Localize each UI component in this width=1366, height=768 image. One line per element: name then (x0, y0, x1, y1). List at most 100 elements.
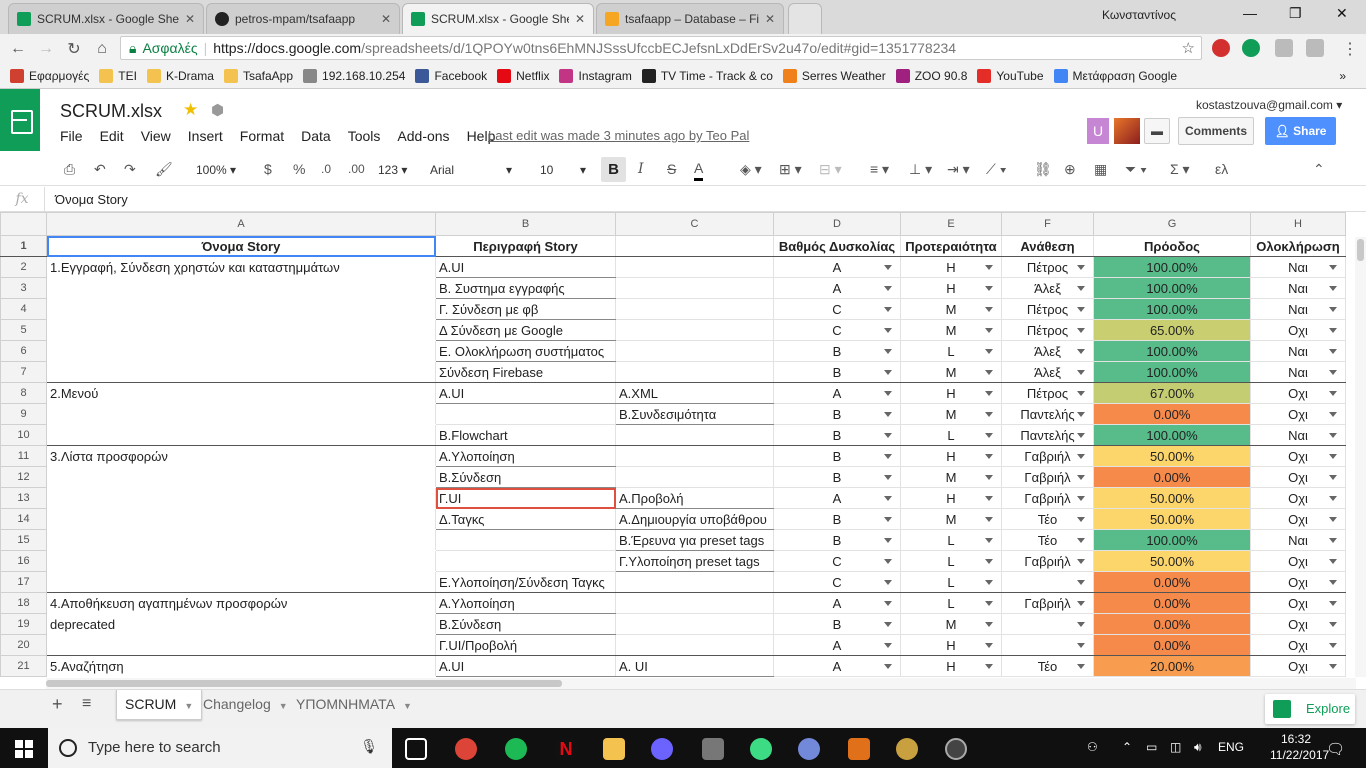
row-header[interactable]: 20 (0, 634, 47, 656)
column-header[interactable]: H (1250, 212, 1346, 236)
cell-story-name[interactable]: 5.Αναζήτηση (46, 655, 436, 677)
collapse-menus-icon[interactable]: ⌃ (1313, 153, 1325, 186)
cell-difficulty-dropdown[interactable]: A (773, 634, 901, 656)
header-cell-difficulty[interactable]: Βαθμός Δυσκολίας (773, 235, 901, 257)
cell-priority-dropdown[interactable]: H (900, 655, 1002, 677)
cell-priority-dropdown[interactable]: M (900, 298, 1002, 320)
cell-subtask[interactable]: A.Προβολή (615, 487, 774, 509)
sheets-logo-icon[interactable] (0, 89, 40, 151)
cell-priority-dropdown[interactable]: M (900, 403, 1002, 425)
cell-completion-dropdown[interactable]: Ναι (1250, 424, 1346, 446)
align-horizontal-icon[interactable]: ≡ ▾ (870, 153, 889, 186)
cell-difficulty-dropdown[interactable]: C (773, 298, 901, 320)
row-header[interactable]: 12 (0, 466, 47, 488)
undo-icon[interactable]: ↶ (94, 153, 106, 186)
bookmark-7[interactable]: Instagram (559, 68, 632, 83)
cell-assignee-dropdown[interactable]: Τέο (1001, 529, 1094, 551)
cell-priority-dropdown[interactable]: L (900, 529, 1002, 551)
column-header[interactable]: G (1093, 212, 1251, 236)
cell-difficulty-dropdown[interactable]: A (773, 277, 901, 299)
new-tab-button[interactable] (788, 3, 822, 34)
cell-progress[interactable]: 100.00% (1093, 256, 1251, 278)
share-button[interactable]: 👤︎ Share (1265, 117, 1336, 145)
sheet-tab-changelog[interactable]: Changelog ▼ (195, 690, 296, 720)
cell-assignee-dropdown[interactable] (1001, 613, 1094, 635)
browser-tab[interactable]: SCRUM.xlsx - Google She ✕ (8, 3, 204, 34)
redo-icon[interactable]: ↷ (124, 153, 136, 186)
cell-story-description[interactable]: Σύνδεση Firebase (435, 361, 616, 383)
taskbar-clock[interactable]: 16:32 11/22/2017 (1270, 731, 1329, 763)
cell-story-description[interactable]: A.Υλοποίηση (435, 592, 616, 614)
cell-assignee-dropdown[interactable]: Πέτρος (1001, 256, 1094, 278)
cell-completion-dropdown[interactable]: Οχι (1250, 319, 1346, 341)
cell-assignee-dropdown[interactable]: Γαβριήλ (1001, 592, 1094, 614)
chevron-down-icon[interactable]: ▼ (403, 701, 412, 711)
cell-story-description[interactable]: B.Σύνδεση (435, 613, 616, 635)
cell-assignee-dropdown[interactable] (1001, 634, 1094, 656)
cell-subtask[interactable] (615, 256, 774, 278)
cell-subtask[interactable] (615, 340, 774, 362)
cell-subtask[interactable] (615, 634, 774, 656)
file-explorer-icon[interactable] (603, 738, 625, 760)
cell-progress[interactable]: 100.00% (1093, 340, 1251, 362)
cell-subtask[interactable] (615, 613, 774, 635)
cell-assignee-dropdown[interactable]: Άλεξ (1001, 361, 1094, 383)
cell-priority-dropdown[interactable]: M (900, 508, 1002, 530)
cell-completion-dropdown[interactable]: Οχι (1250, 613, 1346, 635)
row-header[interactable]: 8 (0, 382, 47, 404)
all-sheets-icon[interactable]: ≡ (74, 690, 99, 720)
cell-story-description[interactable]: Δ.Ταγκς (435, 508, 616, 530)
cell-priority-dropdown[interactable]: M (900, 613, 1002, 635)
pdf-extension-icon[interactable] (1306, 39, 1324, 57)
row-header[interactable]: 13 (0, 487, 47, 509)
column-header[interactable]: B (435, 212, 616, 236)
header-cell-story-name[interactable]: Όνομα Story (46, 235, 436, 257)
chrome-menu-icon[interactable]: ⋮ (1336, 39, 1364, 59)
cell-difficulty-dropdown[interactable]: B (773, 508, 901, 530)
decrease-decimal-button[interactable]: .0 (321, 153, 331, 186)
forward-icon[interactable]: → (32, 40, 60, 58)
chevron-down-icon[interactable]: ▼ (279, 701, 288, 711)
functions-icon[interactable]: Σ ▾ (1170, 153, 1190, 186)
cell-completion-dropdown[interactable]: Οχι (1250, 571, 1346, 593)
bookmark-11[interactable]: YouTube (977, 68, 1044, 83)
header-cell-progress[interactable]: Πρόοδος (1093, 235, 1251, 257)
cell-assignee-dropdown[interactable]: Άλεξ (1001, 277, 1094, 299)
print-icon[interactable]: ⎙ (64, 153, 75, 186)
row-header[interactable]: 6 (0, 340, 47, 362)
row-header[interactable]: 10 (0, 424, 47, 446)
menu-view[interactable]: View (141, 128, 171, 144)
league-of-legends-icon[interactable] (896, 738, 918, 760)
cell-assignee-dropdown[interactable]: Γαβριήλ (1001, 466, 1094, 488)
cell-completion-dropdown[interactable]: Οχι (1250, 403, 1346, 425)
microphone-icon[interactable]: 🎙︎ (360, 738, 378, 755)
cell-completion-dropdown[interactable]: Οχι (1250, 445, 1346, 467)
cell-progress[interactable]: 50.00% (1093, 445, 1251, 467)
paint-format-icon[interactable]: 🖌︎ (155, 153, 173, 186)
url-input[interactable]: 🔒︎ Ασφαλές | https://docs.google.com/spr… (120, 36, 1202, 60)
taskbar-search-input[interactable]: Type here to search 🎙︎ (48, 728, 392, 768)
row-header[interactable]: 15 (0, 529, 47, 551)
cell-difficulty-dropdown[interactable]: C (773, 571, 901, 593)
cell-subtask[interactable] (615, 592, 774, 614)
reload-icon[interactable]: ↻ (60, 39, 88, 59)
cell-difficulty-dropdown[interactable]: A (773, 256, 901, 278)
font-size-select[interactable]: 10 ▾ (540, 160, 586, 180)
bookmark-2[interactable]: K-Drama (146, 68, 214, 83)
bookmark-star-icon[interactable]: ☆ (1182, 39, 1195, 57)
cell-priority-dropdown[interactable]: L (900, 550, 1002, 572)
cell-progress[interactable]: 0.00% (1093, 634, 1251, 656)
cell-progress[interactable]: 100.00% (1093, 529, 1251, 551)
cell-progress[interactable]: 50.00% (1093, 487, 1251, 509)
cell-assignee-dropdown[interactable]: Πέτρος (1001, 298, 1094, 320)
formula-input[interactable]: Όνομα Story (55, 192, 128, 207)
cell-subtask[interactable]: B.Συνδεσιμότητα (615, 403, 774, 425)
cell-difficulty-dropdown[interactable]: A (773, 655, 901, 677)
bookmark-6[interactable]: Netflix (497, 68, 549, 83)
cell-assignee-dropdown[interactable]: Πέτρος (1001, 319, 1094, 341)
bookmark-12[interactable]: Μετάφραση Google (1053, 68, 1177, 83)
sheet-tab-scrum[interactable]: SCRUM ▼ (116, 690, 203, 720)
bookmark-9[interactable]: Serres Weather (782, 68, 886, 83)
menu-format[interactable]: Format (240, 128, 284, 144)
cell-story-description[interactable] (435, 550, 616, 572)
